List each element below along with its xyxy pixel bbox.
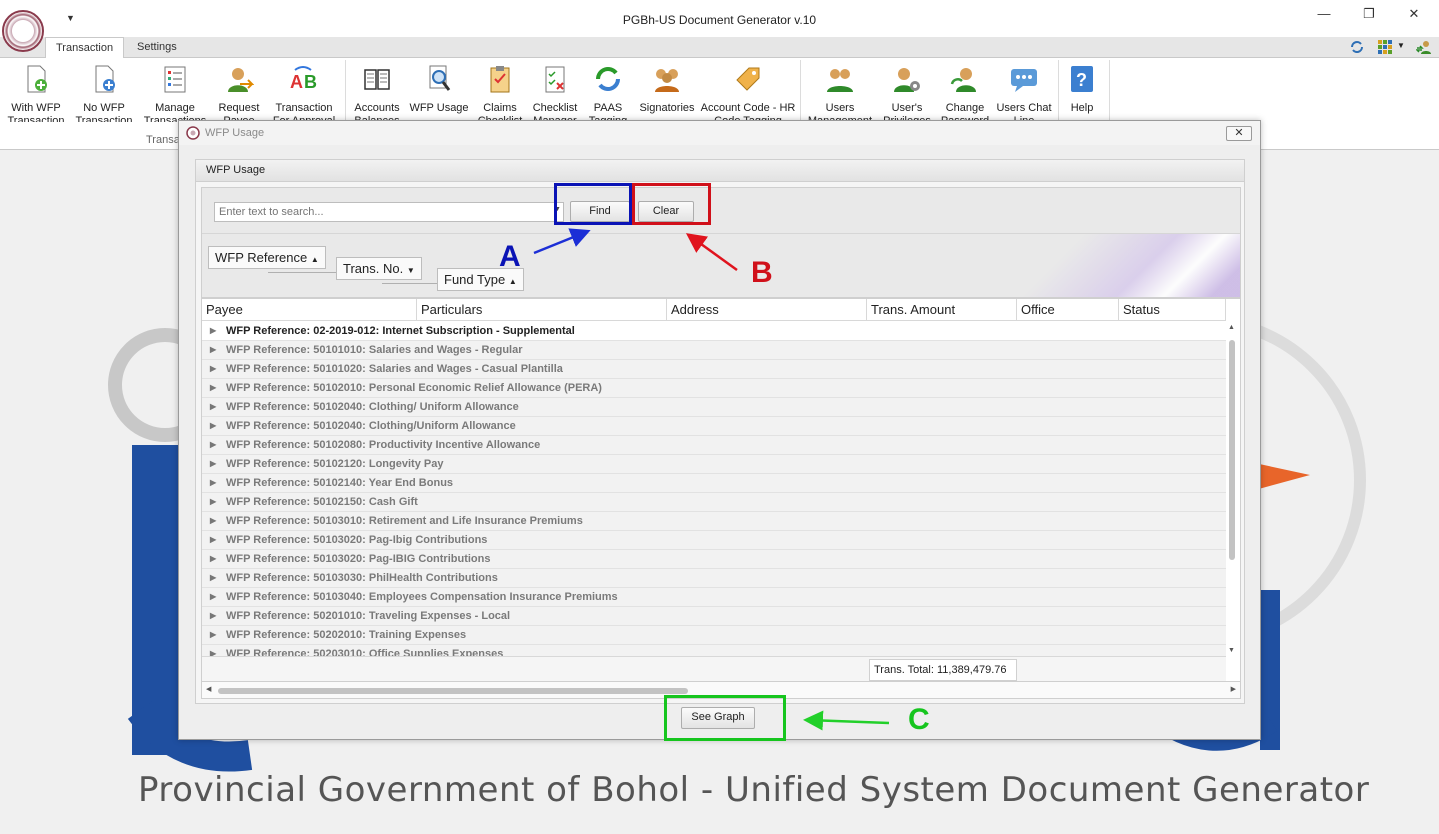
annotation-letter-b: B	[751, 256, 773, 289]
annotation-arrow-a	[533, 228, 591, 255]
annotation-arrow-b	[685, 233, 738, 272]
annotation-arrow-c	[803, 710, 890, 731]
province-seal-logo	[2, 10, 44, 52]
annotation-letter-c: C	[908, 703, 930, 736]
annotation-letter-a: A	[499, 240, 521, 273]
annotation-arrows	[533, 228, 890, 731]
